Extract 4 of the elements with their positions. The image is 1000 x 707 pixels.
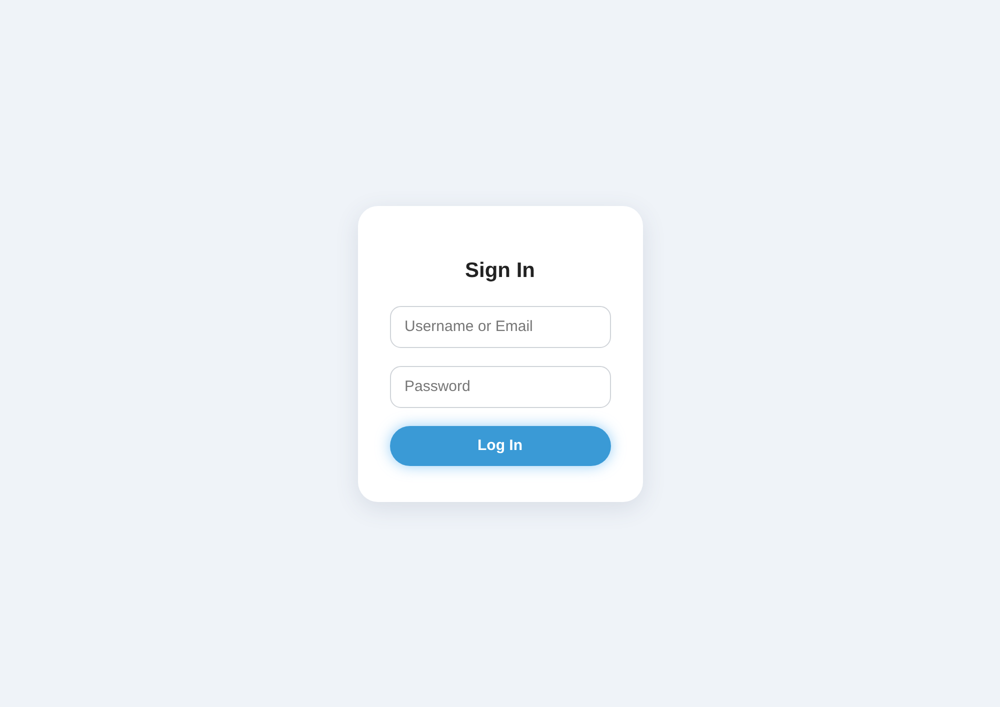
input-field[interactable]: Password (390, 366, 610, 408)
form-title: Sign In (464, 258, 536, 284)
login-button[interactable]: Log In (390, 426, 610, 466)
input-field[interactable]: Username or Email (390, 306, 610, 348)
